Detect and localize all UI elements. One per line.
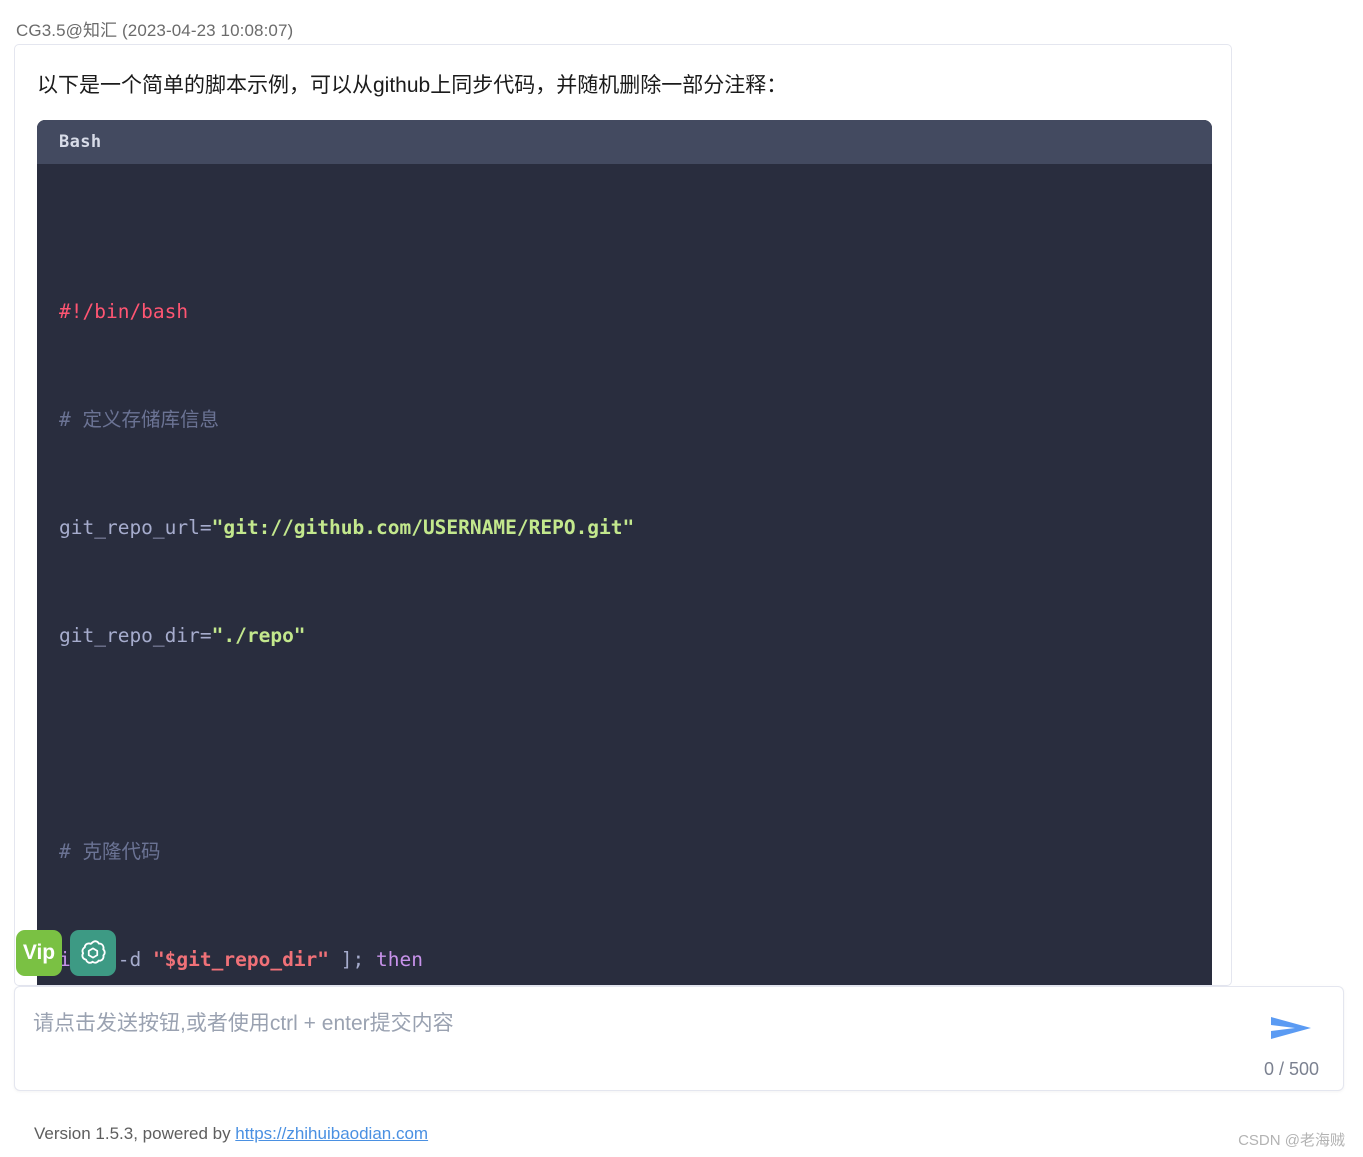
floating-badges: Vip bbox=[16, 930, 116, 976]
code-line: git_repo_dir="./repo" bbox=[59, 624, 306, 647]
code-line: if [ -d "$git_repo_dir" ]; then bbox=[59, 948, 423, 971]
footer: Version 1.5.3, powered by https://zhihui… bbox=[34, 1124, 428, 1144]
send-arrow-icon bbox=[1271, 1017, 1311, 1039]
send-button[interactable] bbox=[1269, 1013, 1313, 1043]
openai-badge[interactable] bbox=[70, 930, 116, 976]
code-line: git_repo_url="git://github.com/USERNAME/… bbox=[59, 516, 635, 539]
code-language-label: Bash bbox=[59, 132, 102, 152]
message-input-container[interactable]: 请点击发送按钮,或者使用ctrl + enter提交内容 0 / 500 bbox=[14, 986, 1344, 1091]
footer-version-text: Version 1.5.3, powered by bbox=[34, 1124, 236, 1143]
code-content[interactable]: #!/bin/bash # 定义存储库信息 git_repo_url="git:… bbox=[37, 164, 1212, 985]
footer-link[interactable]: https://zhihuibaodian.com bbox=[235, 1124, 428, 1143]
message-input-placeholder: 请点击发送按钮,或者使用ctrl + enter提交内容 bbox=[33, 1012, 454, 1035]
code-block: Bash #!/bin/bash # 定义存储库信息 git_repo_url=… bbox=[37, 120, 1212, 985]
answer-card: 以下是一个简单的脚本示例，可以从github上同步代码，并随机删除一部分注释： … bbox=[14, 44, 1232, 986]
vip-badge[interactable]: Vip bbox=[16, 930, 62, 976]
csdn-watermark: CSDN @老海贼 bbox=[1238, 1132, 1345, 1149]
message-meta: CG3.5@知汇 (2023-04-23 10:08:07) bbox=[16, 21, 294, 40]
code-block-header: Bash bbox=[37, 120, 1212, 164]
character-counter: 0 / 500 bbox=[1263, 1059, 1319, 1079]
openai-logo-icon bbox=[81, 940, 106, 964]
chat-page: CG3.5@知汇 (2023-04-23 10:08:07) 以下是一个简单的脚… bbox=[0, 0, 1363, 1157]
code-line: # 克隆代码 bbox=[59, 840, 161, 863]
vip-badge-label: Vip bbox=[22, 941, 56, 964]
answer-intro-text: 以下是一个简单的脚本示例，可以从github上同步代码，并随机删除一部分注释： bbox=[37, 74, 788, 97]
code-line: #!/bin/bash bbox=[59, 300, 189, 323]
code-line: # 定义存储库信息 bbox=[59, 408, 219, 431]
